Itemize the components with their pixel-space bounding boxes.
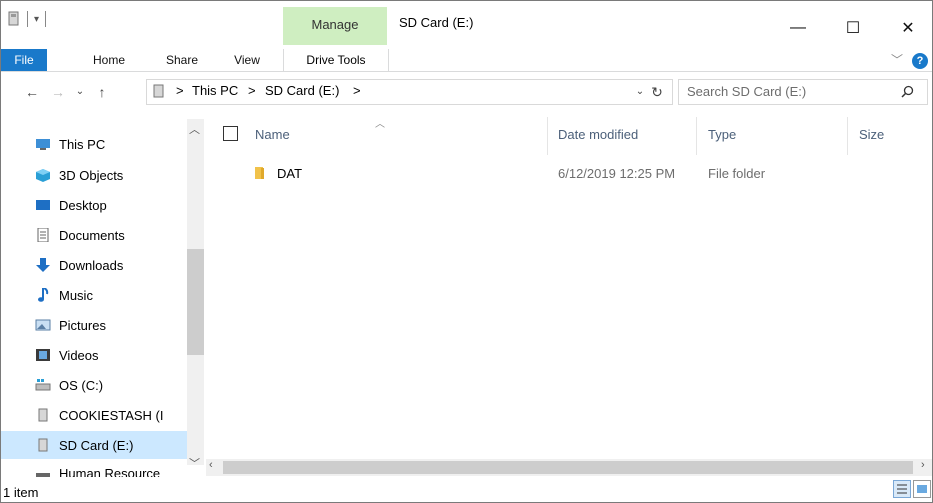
sidebar-item-cookiestash[interactable]: COOKIESTASH (I [31,401,196,429]
recent-locations-chevron-icon[interactable]: ⌄ [69,81,91,103]
content-scroll-thumb[interactable] [223,461,913,474]
sidebar-item-human-resources[interactable]: Human Resource [31,461,196,477]
nav-pane-scroll-thumb[interactable] [187,249,204,355]
sort-indicator-icon: ︿ [375,119,385,130]
sidebar-item-3d-objects[interactable]: 3D Objects [31,161,196,189]
tab-home[interactable]: Home [83,49,135,71]
breadcrumb-this-pc[interactable]: This PC [192,83,238,98]
sidebar-item-label: Music [59,287,93,303]
status-item-count: 1 item [3,485,39,500]
downloads-icon [36,258,50,272]
large-icons-view-icon [917,485,927,493]
network-icon [36,473,50,477]
sidebar-item-documents[interactable]: Documents [31,221,196,249]
sidebar-item-label: Videos [59,347,99,363]
scroll-right-icon[interactable]: › [921,459,925,471]
sd-card-icon [38,438,48,452]
os-drive-icon [35,379,51,391]
qat-separator [27,11,28,27]
pictures-icon [35,319,51,331]
column-divider[interactable] [547,117,548,155]
music-icon [38,288,49,302]
column-header-size[interactable]: Size [859,127,884,142]
details-view-button[interactable] [893,480,911,498]
tab-view[interactable]: View [225,49,269,71]
this-pc-icon [36,139,50,150]
videos-icon [36,349,50,361]
sidebar-item-label: Downloads [59,257,124,273]
sidebar-item-label: OS (C:) [59,377,104,393]
file-name[interactable]: DAT [277,166,302,181]
qat-separator [45,11,47,27]
3d-objects-icon [36,169,50,182]
column-header-type[interactable]: Type [708,127,736,142]
file-explorer-window: ▾ Manage SD Card (E:) — ☐ ✕ File Home Sh… [0,0,933,503]
ribbon-tab-row [1,49,932,72]
tab-drive-tools[interactable]: Drive Tools [283,49,389,71]
sidebar-item-label: COOKIESTASH (I [59,407,164,423]
close-button[interactable]: ✕ [885,13,931,43]
sidebar-item-this-pc[interactable]: This PC [31,130,196,158]
column-divider[interactable] [696,117,697,155]
sidebar-item-sd-card[interactable]: SD Card (E:) [1,431,187,459]
sidebar-item-downloads[interactable]: Downloads [31,251,196,279]
search-icon[interactable] [901,85,914,98]
desktop-icon [36,200,50,210]
sidebar-item-label: Desktop [59,197,107,213]
sidebar-item-label: SD Card (E:) [59,437,134,453]
drive-icon [153,84,164,98]
sidebar-item-os-c[interactable]: OS (C:) [31,371,196,399]
window-title: SD Card (E:) [399,15,474,30]
expand-ribbon-icon[interactable]: ﹀ [891,51,903,68]
sidebar-item-pictures[interactable]: Pictures [31,311,196,339]
refresh-icon[interactable]: ↻ [646,81,668,103]
breadcrumb-separator[interactable]: > [353,83,361,98]
tab-share[interactable]: Share [159,49,205,71]
sidebar-item-videos[interactable]: Videos [31,341,196,369]
column-header-name[interactable]: Name [255,127,290,142]
scroll-down-icon[interactable]: ﹀ [189,455,200,471]
scroll-left-icon[interactable]: ‹ [209,459,213,471]
qat-dropdown-icon[interactable]: ▾ [34,14,39,25]
minimize-button[interactable]: — [775,13,821,43]
sidebar-item-label: Human Resource [59,466,161,477]
quick-access-toolbar: ▾ [7,7,47,31]
large-icons-view-button[interactable] [913,480,931,498]
maximize-button[interactable]: ☐ [830,13,876,43]
file-type: File folder [708,166,766,181]
tab-file[interactable]: File [1,49,47,71]
sidebar-item-label: Pictures [59,317,106,333]
drive-icon[interactable] [7,11,21,27]
breadcrumb-sd-card[interactable]: SD Card (E:) [265,83,339,98]
help-icon[interactable]: ? [912,53,928,69]
column-divider[interactable] [847,117,848,155]
documents-icon [37,228,49,242]
sidebar-item-desktop[interactable]: Desktop [31,191,196,219]
details-view-icon [897,484,907,494]
breadcrumb-separator: > [176,83,184,98]
up-arrow-icon[interactable]: ↑ [91,81,113,103]
sidebar-item-music[interactable]: Music [31,281,196,309]
column-header-date[interactable]: Date modified [558,127,638,142]
manage-label: Manage [311,17,359,32]
sidebar-item-label: Documents [59,227,125,243]
file-date: 6/12/2019 12:25 PM [558,166,676,181]
select-all-checkbox[interactable] [223,126,238,141]
search-placeholder: Search SD Card (E:) [687,84,807,99]
folder-icon [255,167,264,179]
forward-arrow-icon[interactable]: → [47,81,69,103]
sidebar-item-label: This PC [59,136,106,152]
breadcrumb-separator: > [248,83,256,98]
back-arrow-icon[interactable]: ← [21,81,43,103]
usb-drive-icon [38,408,48,422]
sidebar-item-label: 3D Objects [59,167,124,183]
file-row[interactable] [211,159,901,187]
scroll-up-icon[interactable]: ︿ [189,121,200,137]
